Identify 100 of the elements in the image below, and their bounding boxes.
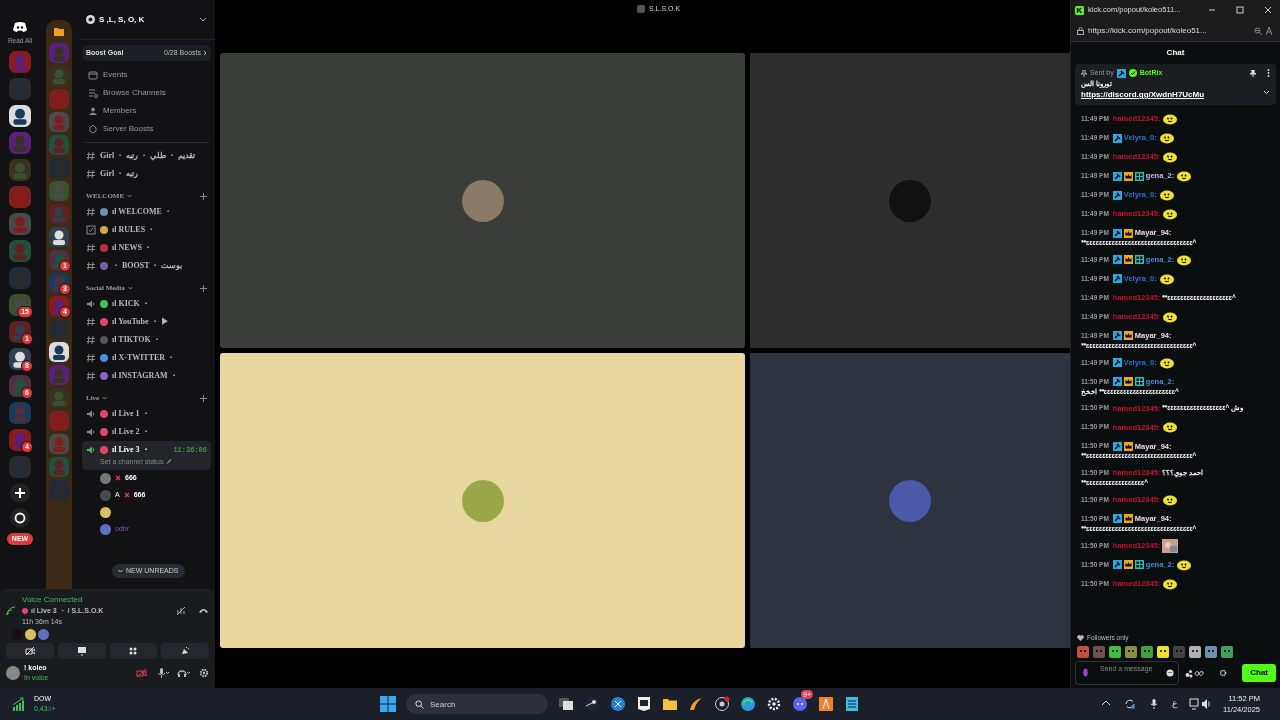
speaker-icon [86, 445, 96, 455]
disconnect-icon[interactable] [198, 607, 209, 614]
menu-item[interactable]: Browse Channels [103, 87, 166, 99]
emote-icon[interactable] [1141, 646, 1153, 658]
camera-off-icon[interactable] [136, 668, 147, 678]
task-view-icon[interactable] [558, 696, 574, 712]
discover-icon[interactable] [10, 507, 30, 528]
expand-icon[interactable] [1263, 90, 1270, 95]
app-icon[interactable] [610, 696, 626, 712]
browser-icon[interactable] [740, 696, 756, 712]
server-icon[interactable] [9, 104, 31, 127]
input-language[interactable]: ع [1172, 697, 1177, 711]
record-icon[interactable] [714, 696, 730, 712]
channel-item[interactable]: ıl RULES ・ [112, 224, 156, 236]
emote-icon [1162, 421, 1179, 434]
channel-item[interactable]: ıl TIKTOK ・ [112, 334, 161, 346]
emote-icon [1158, 356, 1175, 369]
sync-icon[interactable] [1124, 698, 1136, 710]
video-tile[interactable] [220, 353, 745, 648]
hash-icon [86, 317, 96, 327]
heart-icon [1077, 635, 1084, 641]
zoom-out-icon[interactable] [1254, 26, 1262, 35]
menu-item[interactable]: Members [103, 105, 137, 117]
video-tile[interactable] [220, 53, 745, 348]
pencil-icon[interactable] [166, 459, 173, 466]
pinned-link[interactable]: https://discord.gg/XwdnH7UcMu [1081, 89, 1263, 101]
hammer-badge-icon [1112, 228, 1122, 238]
send-chat-button[interactable]: Chat [1242, 664, 1276, 682]
read-aloud-icon[interactable] [1266, 26, 1274, 35]
microphone-icon[interactable] [157, 668, 169, 678]
app-icon[interactable] [584, 696, 600, 712]
hammer-badge-icon [1112, 274, 1122, 284]
channel-item[interactable]: ・ BOOST ・ بوست [112, 260, 183, 272]
emote-icon[interactable] [1189, 646, 1201, 658]
channel-item[interactable]: ıl Live 2 ・ [112, 426, 150, 438]
emote-icon[interactable] [1205, 646, 1217, 658]
lock-icon [1077, 26, 1084, 35]
gear-icon[interactable] [766, 696, 782, 712]
channel-item[interactable]: ıl Live 1 ・ [112, 408, 150, 420]
channel-item[interactable]: Girl ・ رتبه [100, 168, 139, 180]
minimize-icon[interactable] [1208, 6, 1216, 14]
chevron-down-icon[interactable] [199, 17, 207, 22]
channel-item[interactable]: ıl KICK ・ [112, 298, 150, 310]
channel-item[interactable]: ıl NEWS ・ [112, 242, 152, 254]
video-tile[interactable] [750, 353, 1070, 648]
channel-item[interactable]: ıl YouTube ・ ▶ [112, 316, 169, 328]
channel-item[interactable]: ıl WELCOME ・ [112, 206, 172, 218]
speaker-icon [86, 409, 96, 419]
channel-item[interactable]: ıl X-TWITTER ・ [112, 352, 176, 364]
discord-logo-icon[interactable] [13, 22, 27, 33]
noise-suppression-icon[interactable] [176, 605, 186, 616]
server-icon[interactable] [49, 342, 69, 362]
folder-icon[interactable] [662, 696, 678, 712]
camera-off-icon [24, 646, 35, 656]
camera-off-button[interactable] [6, 643, 54, 659]
user-avatar [461, 179, 504, 222]
activities-button[interactable] [109, 643, 158, 659]
points-icon[interactable] [1185, 668, 1205, 678]
settings-icon[interactable] [199, 668, 209, 678]
maximize-icon[interactable] [1236, 6, 1244, 14]
emote-icon[interactable] [1221, 646, 1233, 658]
network-volume-icon[interactable] [1189, 698, 1211, 710]
app-icon[interactable] [818, 696, 834, 712]
soundboard-button[interactable] [161, 643, 209, 659]
more-options-icon[interactable] [1267, 69, 1270, 78]
add-channel-icon[interactable] [200, 284, 207, 292]
settings-icon[interactable] [1219, 669, 1227, 677]
hash-icon [86, 151, 96, 161]
video-tile[interactable] [750, 53, 1070, 348]
emote-icon[interactable] [1109, 646, 1121, 658]
add-server-icon[interactable] [10, 482, 30, 503]
notepad-icon[interactable] [844, 696, 860, 712]
emoji-icon[interactable] [1166, 669, 1174, 677]
signal-icon [6, 605, 16, 616]
chevron-right-icon [203, 50, 207, 56]
microphone-icon[interactable] [1148, 698, 1160, 710]
menu-item[interactable]: Server Boosts [103, 123, 154, 135]
menu-item[interactable]: Events [103, 69, 128, 81]
search-field[interactable]: Search [406, 694, 548, 714]
screen-share-button[interactable] [57, 643, 106, 659]
emote-icon[interactable] [1125, 646, 1137, 658]
channel-item[interactable]: ıl INSTAGRAM ・ [112, 370, 178, 382]
channel-item[interactable]: Girl ・ تقديم ・ طلي ・ رتبه [100, 150, 196, 162]
crown-badge-icon [1123, 331, 1133, 341]
hash-icon [86, 261, 96, 271]
start-icon[interactable] [380, 696, 396, 712]
unpin-icon[interactable] [1250, 69, 1256, 77]
checklist-icon [86, 225, 96, 235]
app-icon[interactable] [636, 696, 652, 712]
add-channel-icon[interactable] [200, 192, 207, 200]
headphones-icon[interactable] [177, 668, 191, 678]
close-icon[interactable] [1264, 6, 1272, 14]
emote-icon[interactable] [1077, 646, 1089, 658]
server-name[interactable]: S ,L, S, O, K [99, 13, 195, 26]
server-icon[interactable] [49, 227, 69, 247]
add-channel-icon[interactable] [200, 394, 207, 402]
chat-app-icon[interactable] [792, 696, 808, 712]
emote-icon [1162, 151, 1179, 163]
activities-icon [128, 646, 139, 656]
emote-icon[interactable] [1157, 646, 1169, 658]
